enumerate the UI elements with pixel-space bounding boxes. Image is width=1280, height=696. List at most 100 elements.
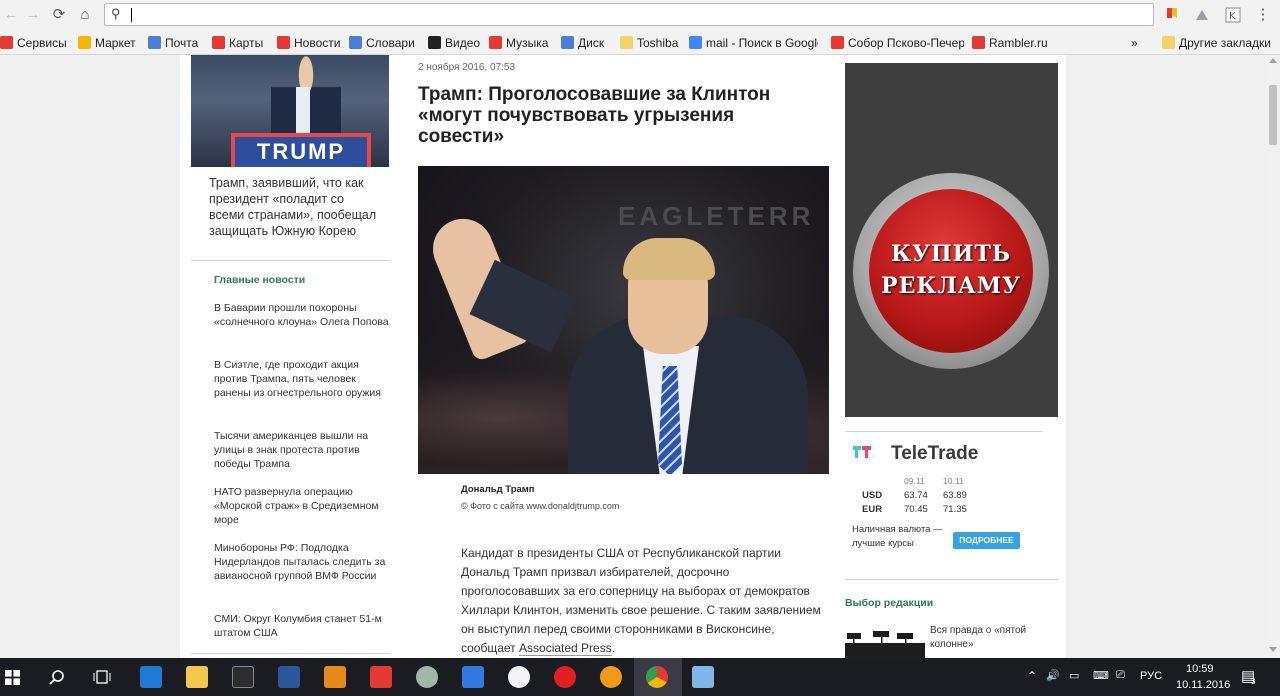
browser-toolbar: ← → ⟳ ⌂ ⚲ K ⋮ <box>0 0 1280 31</box>
edge-icon[interactable] <box>140 666 162 688</box>
other-bookmarks-button[interactable]: Другие закладки <box>1162 35 1271 51</box>
editors-choice-image[interactable] <box>845 625 925 658</box>
mail-icon[interactable] <box>462 666 484 688</box>
rate-date-1: 09.11 <box>904 476 925 486</box>
task-view-icon[interactable] <box>93 669 111 685</box>
trump-sign: TRUMP <box>231 133 371 167</box>
article-title: Трамп: Проголосовавшие за Клинтон «могут… <box>418 84 771 147</box>
news-icon <box>277 36 290 49</box>
rate-value: 71.35 <box>943 504 967 515</box>
music-note-icon <box>489 36 502 49</box>
bookmark-item[interactable]: Toshiba <box>620 35 678 51</box>
search-icon[interactable] <box>49 669 65 685</box>
rate-value: 70.45 <box>904 504 928 515</box>
bookmark-item[interactable]: Rambler.ru <box>972 35 1048 51</box>
bookmark-item[interactable]: Маркет <box>78 35 136 51</box>
news-list-item[interactable]: В Баварии прошли похороны «солнечного кл… <box>214 301 392 329</box>
buy-ad-button[interactable]: КУПИТЬ РЕКЛАМУ <box>853 173 1049 369</box>
news-list-item[interactable]: НАТО развернула операцию «Морской страж»… <box>214 485 392 527</box>
bookmark-item[interactable]: Почта <box>148 35 198 51</box>
address-bar[interactable]: ⚲ <box>104 3 1154 26</box>
menu-icon[interactable]: ⋮ <box>1254 6 1272 24</box>
disk-icon <box>561 36 574 49</box>
bookmark-item[interactable]: Видео <box>428 35 480 51</box>
extension-icon[interactable] <box>1193 6 1211 24</box>
other-bookmarks-label: Другие закладки <box>1179 36 1271 50</box>
bookmarks-bar: Сервисы Маркет Почта Карты Новости Словари Вид… <box>0 31 1280 55</box>
bookmark-item[interactable]: Диск <box>561 35 604 51</box>
dictionary-icon <box>349 36 362 49</box>
scroll-up-icon[interactable] <box>1269 58 1277 63</box>
market-icon <box>78 36 91 49</box>
main-news-heading: Главные новости <box>214 274 306 286</box>
currency-code: EUR <box>862 504 883 515</box>
page-scrollbar[interactable] <box>1266 55 1280 658</box>
more-button[interactable]: ПОДРОБНЕЕ <box>953 532 1020 549</box>
file-explorer-icon[interactable] <box>186 666 208 688</box>
windows-start-icon[interactable] <box>5 670 20 685</box>
volume-icon[interactable]: 🔊 <box>1046 669 1060 682</box>
web-page: TRUMP Трамп, заявивший, что как президен… <box>0 55 1266 658</box>
scrollbar-thumb[interactable] <box>1269 85 1277 145</box>
svg-text:K: K <box>1229 11 1236 22</box>
battery-icon[interactable]: ▭ <box>1069 669 1079 682</box>
buy-ad-button-face: КУПИТЬ РЕКЛАМУ <box>869 189 1033 353</box>
yandex-browser-icon[interactable] <box>508 666 530 688</box>
bookmark-item[interactable]: mail - Поиск в Google <box>689 35 818 51</box>
bookmark-item[interactable]: Новости <box>277 35 340 51</box>
news-list-item[interactable]: В Сиэтле, где проходит акция против Трам… <box>214 358 392 400</box>
divider <box>191 653 391 654</box>
bookmark-flag-icon[interactable] <box>1163 6 1181 24</box>
bookmark-item[interactable]: Карты <box>212 35 263 51</box>
odnoklassniki-icon[interactable] <box>600 666 622 688</box>
divider <box>191 260 391 261</box>
yandex-app-icon[interactable] <box>370 666 392 688</box>
more-bookmarks-button[interactable]: » <box>1131 35 1138 51</box>
store-icon[interactable] <box>232 666 254 688</box>
home-icon[interactable]: ⌂ <box>76 6 94 24</box>
clock-time[interactable]: 10:59 <box>1186 663 1214 675</box>
rate-value: 63.89 <box>943 490 967 501</box>
bookmark-label: Карты <box>229 36 264 50</box>
article-photo: EAGLETERR <box>418 166 829 474</box>
source-link[interactable]: Associated Press <box>519 641 612 656</box>
keyboard-icon[interactable]: ⎚ <box>1116 669 1125 682</box>
editors-choice-heading: Выбор редакции <box>845 597 934 609</box>
windows-taskbar: ⌃ 🔊 ▭ ⌨ ⎚ РУС 10:59 10.11.2016 ▤ 3 <box>0 658 1280 696</box>
lead-news-caption[interactable]: Трамп, заявивший, что как президент «пол… <box>209 175 379 239</box>
extension-k-icon[interactable]: K <box>1224 6 1242 24</box>
bookmark-item[interactable]: Словари <box>349 35 415 51</box>
disk-tool-icon[interactable] <box>416 666 438 688</box>
media-player-icon[interactable] <box>324 666 346 688</box>
photo-credit: © Фото с сайта www.donaldjtrump.com <box>461 501 620 511</box>
reload-icon[interactable]: ⟳ <box>50 6 68 24</box>
clock-date[interactable]: 10.11.2016 <box>1176 679 1230 691</box>
chrome-icon[interactable] <box>646 666 668 688</box>
bookmark-label: Rambler.ru <box>989 36 1048 50</box>
bookmark-item[interactable]: Музыка <box>489 35 548 51</box>
scroll-down-icon[interactable] <box>1269 647 1277 652</box>
ad-banner[interactable]: КУПИТЬ РЕКЛАМУ <box>845 63 1058 417</box>
tray-chevron-icon[interactable]: ⌃ <box>1027 669 1037 683</box>
photo-backdrop-text: EAGLETERR <box>618 201 815 231</box>
editors-choice-title[interactable]: Вся правда о «пятой колонне» <box>930 624 1060 652</box>
lead-news-image[interactable]: TRUMP <box>191 55 389 167</box>
news-list-item[interactable]: СМИ: Округ Колумбия станет 51-м штатом С… <box>214 612 392 640</box>
news-list-item[interactable]: Тысячи американцев вышли на улицы в знак… <box>214 429 392 471</box>
cash-currency-text: Наличная валюта — лучшие курсы <box>852 524 943 549</box>
news-list-item[interactable]: Минобороны РФ: Подлодка Нидерландов пыта… <box>214 541 392 583</box>
search-icon: ⚲ <box>111 6 121 21</box>
bookmark-label: Toshiba <box>637 36 679 50</box>
forward-icon[interactable]: → <box>24 6 42 24</box>
word-icon[interactable] <box>278 666 300 688</box>
bookmark-item[interactable]: Сервисы <box>0 35 67 51</box>
bookmark-item[interactable]: Собор Псково-Печер <box>831 35 964 51</box>
paint-icon[interactable] <box>692 666 714 688</box>
back-icon[interactable]: ← <box>2 6 20 24</box>
language-indicator[interactable]: РУС <box>1140 670 1162 682</box>
article-date: 2 ноября 2016, 07:53 <box>418 62 516 73</box>
opera-icon[interactable] <box>554 666 576 688</box>
teletrade-logo-icon <box>853 446 871 458</box>
teletrade-name[interactable]: TeleTrade <box>891 443 978 465</box>
network-icon[interactable]: ⌨ <box>1093 669 1109 682</box>
